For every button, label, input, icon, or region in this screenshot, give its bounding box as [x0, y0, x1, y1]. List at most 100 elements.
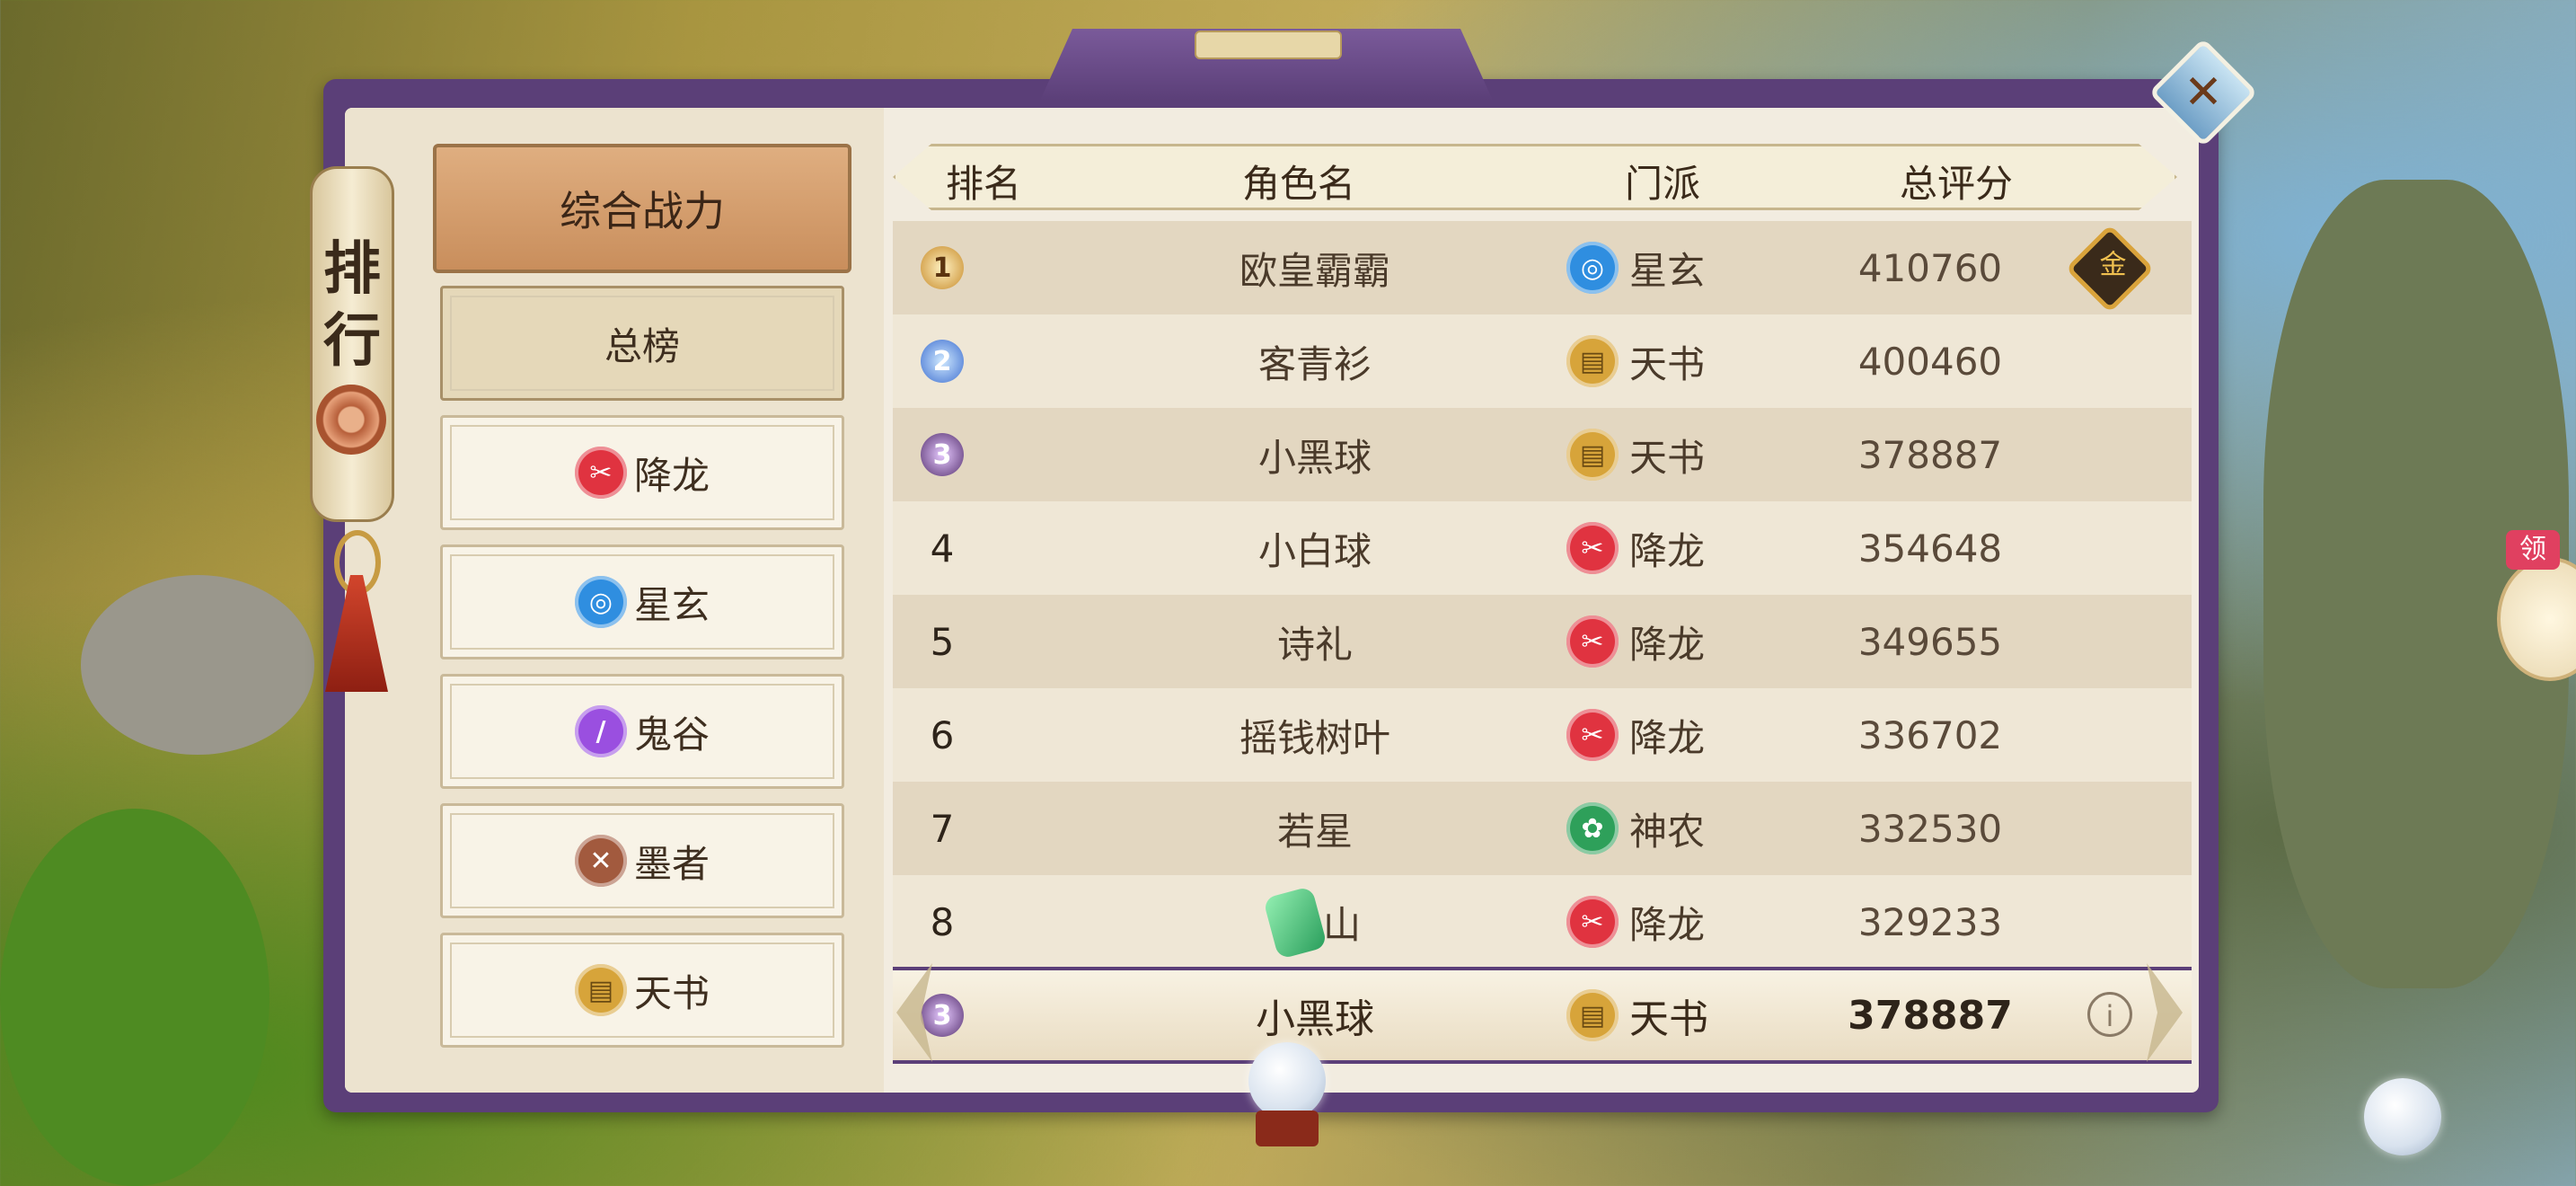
- menu-item-guigu[interactable]: / 鬼谷: [440, 674, 844, 789]
- player-name: 诗礼: [1276, 622, 1353, 667]
- rank-1-badge-icon: 1: [921, 246, 964, 289]
- sect-cell: ▤ 天书: [1566, 408, 1764, 501]
- total-score: 329233: [1857, 899, 2003, 944]
- rank-3-badge-icon: 3: [921, 994, 964, 1037]
- rank-cell: 2: [893, 314, 992, 408]
- menu-item-mozhe[interactable]: ✕ 墨者: [440, 803, 844, 918]
- sect-name: 天书: [1629, 341, 1706, 386]
- sect-cell: ✂ 降龙: [1566, 875, 1764, 969]
- tianshu-icon: ▤: [1566, 335, 1619, 387]
- table-row[interactable]: 6 摇钱树叶 ✂ 降龙 336702: [893, 688, 2192, 782]
- menu-item-label: 鬼谷: [633, 712, 710, 757]
- rank-3-badge-icon: 3: [921, 433, 964, 476]
- guigu-icon: /: [574, 705, 627, 757]
- menu-item-tianshu[interactable]: ▤ 天书: [440, 933, 844, 1048]
- jianglong-icon: ✂: [1566, 896, 1619, 948]
- scroll-char-2: 行: [323, 307, 381, 375]
- player-name: 小黑球: [1257, 435, 1372, 480]
- sect-cell: ◎ 星玄: [1566, 221, 1764, 314]
- tianshu-icon: ▤: [1566, 429, 1619, 481]
- jianglong-icon: ✂: [1566, 709, 1619, 761]
- total-score: 332530: [1857, 806, 2003, 851]
- header-sect: 门派: [1625, 162, 1701, 206]
- total-score: 410760: [1857, 245, 2003, 290]
- frame-top-gem: [1195, 31, 1342, 59]
- ranking-scroll-title: 排 行: [310, 166, 394, 522]
- tianshu-icon: ▤: [574, 964, 627, 1016]
- my-score: 378887: [1848, 992, 2013, 1039]
- rank-2-badge-icon: 2: [921, 340, 964, 383]
- jianglong-icon: ✂: [1566, 522, 1619, 574]
- menu-item-jianglong[interactable]: ✂ 降龙: [440, 415, 844, 530]
- player-name: 摇钱树叶: [1239, 715, 1390, 760]
- sect-name: 降龙: [1629, 622, 1706, 667]
- total-score: 354648: [1857, 526, 2003, 571]
- my-sect: 天书: [1629, 996, 1708, 1042]
- close-icon: ✕: [2183, 66, 2223, 119]
- total-score: 349655: [1857, 619, 2003, 664]
- category-header[interactable]: 综合战力: [433, 144, 851, 273]
- sect-cell: ▤ 天书: [1566, 970, 1764, 1060]
- table-row[interactable]: 2 客青衫 ▤ 天书 400460: [893, 314, 2192, 408]
- info-icon[interactable]: i: [2087, 992, 2132, 1037]
- xingxuan-icon: ◎: [574, 576, 627, 628]
- scroll-char-1: 排: [323, 235, 381, 303]
- player-name: 客青衫: [1257, 341, 1372, 386]
- sect-name: 降龙: [1629, 902, 1706, 947]
- rank-number: 8: [930, 899, 955, 944]
- tianshu-icon: ▤: [1566, 989, 1619, 1041]
- player-name: 小白球: [1257, 528, 1372, 573]
- table-row[interactable]: 1 欧皇霸霸 ◎ 星玄 410760 金: [893, 221, 2192, 314]
- rank-number: 7: [930, 806, 955, 851]
- jianglong-icon: ✂: [1566, 615, 1619, 668]
- claim-reward-tab[interactable]: 领: [2506, 530, 2560, 570]
- crystal-orb-icon: [2364, 1078, 2441, 1155]
- sect-name: 天书: [1629, 435, 1706, 480]
- menu-item-label: 墨者: [633, 841, 710, 886]
- rank-cell: 3: [893, 408, 992, 501]
- menu-item-overall[interactable]: 总榜: [440, 286, 844, 401]
- player-name: 欧皇霸霸: [1239, 248, 1390, 293]
- total-score: 400460: [1857, 339, 2003, 384]
- sect-cell: ▤ 天书: [1566, 314, 1764, 408]
- header-name: 角色名: [1242, 162, 1356, 206]
- sect-cell: ✿ 神农: [1566, 782, 1764, 875]
- sect-name: 神农: [1629, 809, 1706, 854]
- menu-item-label: 总榜: [604, 323, 680, 368]
- table-row[interactable]: 7 若星 ✿ 神农 332530: [893, 782, 2192, 875]
- menu-item-label: 星玄: [633, 582, 710, 627]
- table-row[interactable]: 3 小黑球 ▤ 天书 378887: [893, 408, 2192, 501]
- background-foliage: [0, 809, 269, 1186]
- sect-name: 降龙: [1629, 528, 1706, 573]
- total-score: 336702: [1857, 712, 2003, 757]
- xingxuan-icon: ◎: [1566, 242, 1619, 294]
- flower-emblem-icon: [316, 385, 386, 455]
- menu-item-label: 降龙: [633, 453, 710, 498]
- header-score: 总评分: [1900, 162, 2014, 206]
- my-ranking-row[interactable]: 3 小黑球 ▤ 天书 378887 i: [893, 967, 2192, 1064]
- table-row[interactable]: 5 诗礼 ✂ 降龙 349655: [893, 595, 2192, 688]
- shennong-icon: ✿: [1566, 802, 1619, 854]
- sect-name: 星玄: [1629, 248, 1706, 293]
- sect-name: 降龙: [1629, 715, 1706, 760]
- header-rank: 排名: [946, 162, 1022, 206]
- rank-number: 6: [930, 712, 955, 757]
- menu-item-label: 天书: [633, 970, 710, 1015]
- ranking-table-header: 排名 角色名 门派 总评分: [893, 144, 2177, 210]
- rank-number: 5: [930, 619, 955, 664]
- crystal-orb-icon: [1248, 1042, 1326, 1120]
- medal-label: 金: [2099, 249, 2127, 281]
- jianglong-icon: ✂: [574, 447, 627, 499]
- my-name: 小黑球: [1256, 996, 1374, 1042]
- total-score: 378887: [1857, 432, 2003, 477]
- category-title: 综合战力: [560, 187, 725, 235]
- table-row[interactable]: 4 小白球 ✂ 降龙 354648: [893, 501, 2192, 595]
- rank-number: 4: [930, 526, 955, 571]
- sect-cell: ✂ 降龙: [1566, 501, 1764, 595]
- gold-medal-icon: 金: [2065, 224, 2155, 314]
- menu-item-xingxuan[interactable]: ◎ 星玄: [440, 544, 844, 659]
- rank-cell: 1: [893, 221, 992, 314]
- player-name: 若星: [1276, 809, 1353, 854]
- table-row[interactable]: 8 山 ✂ 降龙 329233: [893, 875, 2192, 969]
- background-rock: [81, 575, 314, 755]
